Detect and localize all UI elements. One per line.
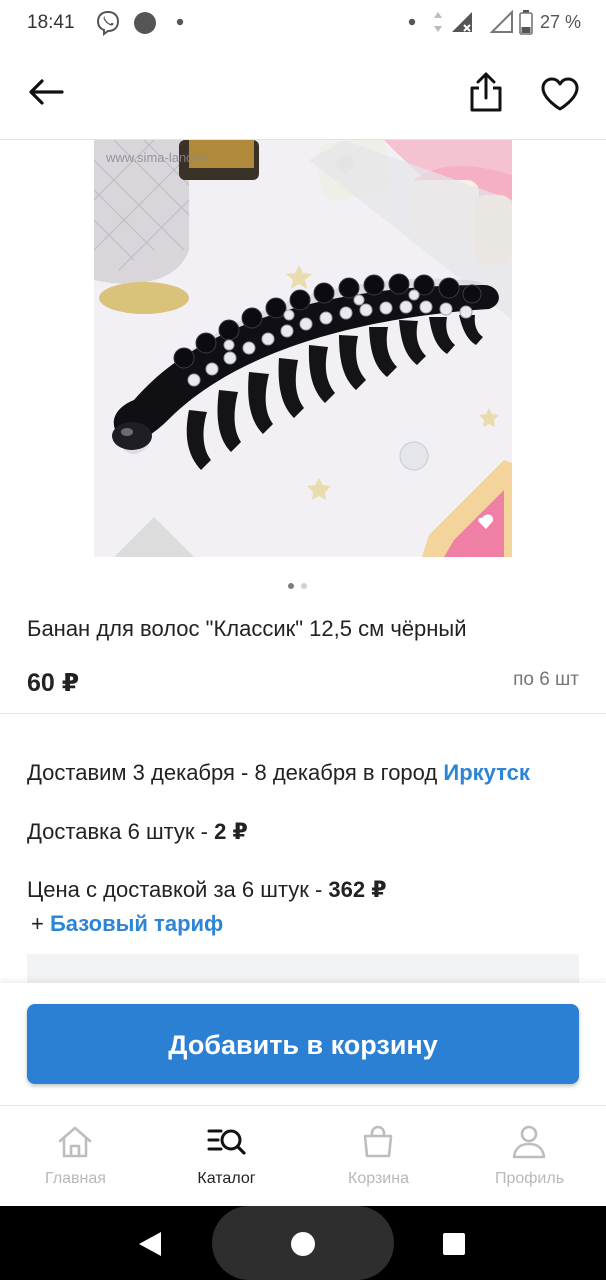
tab-catalog-label: Каталог xyxy=(197,1170,256,1187)
pack-size: по 6 шт xyxy=(513,669,579,690)
delivery-cost-line: Доставка 6 штук - 2 ₽ xyxy=(27,819,248,845)
delivery-cost-value: 2 ₽ xyxy=(214,819,248,844)
app-bar xyxy=(0,46,606,140)
product-image[interactable]: www.sima-land.ru xyxy=(94,140,512,557)
tab-home[interactable]: Главная xyxy=(0,1106,151,1207)
add-to-cart-button[interactable]: Добавить в корзину xyxy=(27,1004,579,1084)
tariff-plus: + xyxy=(31,911,50,936)
system-navigation-bar xyxy=(0,1206,606,1280)
viber-icon xyxy=(96,10,120,36)
recents-nav-icon[interactable] xyxy=(442,1232,466,1256)
dot-icon xyxy=(408,18,416,26)
status-bar: 18:41 27 % xyxy=(0,0,606,46)
tab-cart-label: Корзина xyxy=(348,1170,409,1187)
action-panel: Добавить в корзину xyxy=(0,983,606,1105)
data-arrows-icon xyxy=(434,12,442,32)
battery-percent: 27 % xyxy=(540,12,582,32)
carousel-dot-active xyxy=(288,583,294,589)
info-block xyxy=(27,954,579,984)
signal-2-icon xyxy=(490,10,513,33)
watermark-text: www.sima-land.ru xyxy=(105,150,209,165)
more-notifications-icon xyxy=(176,18,184,26)
tariff-link[interactable]: Базовый тариф xyxy=(50,911,223,936)
home-nav-icon[interactable] xyxy=(290,1231,316,1257)
tab-profile[interactable]: Профиль xyxy=(454,1106,605,1207)
city-link[interactable]: Иркутск xyxy=(443,760,530,785)
back-arrow-icon[interactable] xyxy=(26,74,66,110)
catalog-search-icon xyxy=(207,1129,246,1155)
tab-catalog[interactable]: Каталог xyxy=(151,1106,302,1207)
delivery-cost-label: Доставка 6 штук - xyxy=(27,819,215,844)
bottom-tab-bar: Главная Каталог Корзина Профиль xyxy=(0,1105,606,1207)
divider xyxy=(0,713,606,714)
total-price-label: Цена с доставкой за 6 штук - xyxy=(27,877,329,902)
tab-home-label: Главная xyxy=(45,1170,106,1187)
delivery-date-line: Доставим 3 декабря - 8 декабря в город И… xyxy=(27,760,530,786)
back-nav-icon[interactable] xyxy=(137,1230,163,1258)
total-price-line: Цена с доставкой за 6 штук - 362 ₽ xyxy=(27,877,387,903)
heart-icon[interactable] xyxy=(540,76,580,112)
tariff-line[interactable]: + Базовый тариф xyxy=(31,911,223,937)
delivery-date-text: Доставим 3 декабря - 8 декабря в город xyxy=(27,760,438,785)
carousel-dot xyxy=(301,583,307,589)
total-price-value: 362 ₽ xyxy=(328,877,387,902)
share-icon[interactable] xyxy=(467,70,505,114)
status-time: 18:41 xyxy=(27,12,75,33)
battery-icon xyxy=(519,10,533,35)
home-icon xyxy=(58,1126,92,1158)
profile-icon xyxy=(512,1125,546,1159)
product-price: 60 ₽ xyxy=(27,669,80,697)
tab-profile-label: Профиль xyxy=(494,1170,565,1187)
signal-icon xyxy=(452,12,472,32)
product-title: Банан для волос "Классик" 12,5 см чёрный xyxy=(27,616,467,641)
bag-icon xyxy=(363,1125,393,1158)
tab-cart[interactable]: Корзина xyxy=(303,1106,454,1207)
carousel-indicator xyxy=(288,576,314,589)
notification-dot-icon xyxy=(134,12,156,34)
